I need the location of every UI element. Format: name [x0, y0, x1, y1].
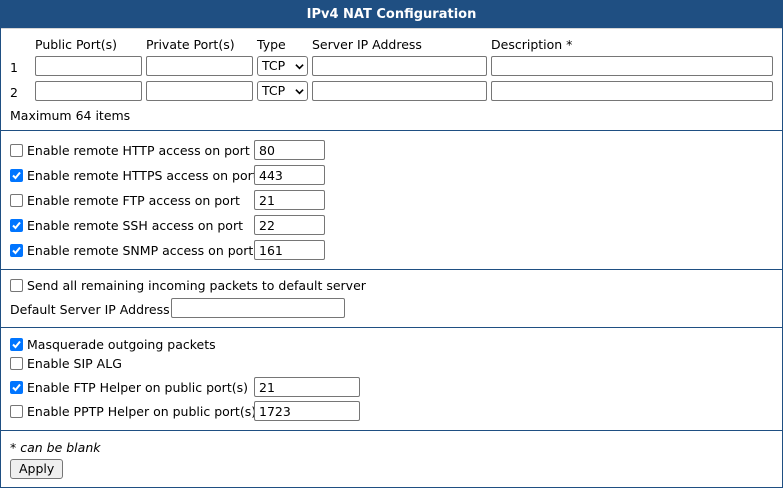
ftp-port-input[interactable]: [254, 190, 325, 210]
ftp-access-label: Enable remote FTP access on port: [27, 193, 240, 208]
chevron-down-icon: [295, 64, 304, 70]
masquerade-checkbox[interactable]: [10, 338, 23, 351]
default-server-label: Send all remaining incoming packets to d…: [27, 278, 366, 293]
snmp-port-input[interactable]: [254, 240, 325, 260]
type-select-value: TCP: [262, 58, 286, 73]
max-items-note: Maximum 64 items: [10, 108, 131, 123]
description-input[interactable]: [491, 81, 773, 101]
https-port-input[interactable]: [254, 165, 325, 185]
pptp-helper-label: Enable PPTP Helper on public port(s): [27, 404, 257, 419]
section-divider: [1, 130, 782, 131]
header-private-ports: Private Port(s): [146, 37, 235, 52]
header-type: Type: [257, 37, 286, 52]
type-select-value: TCP: [262, 83, 286, 98]
chevron-down-icon: [295, 89, 304, 95]
private-port-input[interactable]: [146, 56, 253, 76]
http-port-input[interactable]: [254, 140, 325, 160]
ssh-port-input[interactable]: [254, 215, 325, 235]
description-input[interactable]: [491, 56, 773, 76]
server-ip-input[interactable]: [312, 81, 487, 101]
apply-button[interactable]: Apply: [10, 459, 64, 479]
sip-alg-checkbox[interactable]: [10, 357, 23, 370]
ftp-helper-label: Enable FTP Helper on public port(s): [27, 380, 248, 395]
ftp-access-checkbox[interactable]: [10, 194, 23, 207]
pptp-helper-input[interactable]: [254, 401, 360, 421]
checkmark-icon: [12, 246, 21, 255]
snmp-access-label: Enable remote SNMP access on port: [27, 243, 254, 258]
server-ip-input[interactable]: [312, 56, 487, 76]
section-divider: [1, 430, 782, 431]
header-description: Description *: [491, 37, 573, 52]
ftp-helper-input[interactable]: [254, 377, 360, 397]
ssh-access-label: Enable remote SSH access on port: [27, 218, 243, 233]
https-access-label: Enable remote HTTPS access on port: [27, 168, 258, 183]
default-server-ip-label: Default Server IP Address: [10, 302, 170, 317]
pptp-helper-checkbox[interactable]: [10, 405, 23, 418]
type-select[interactable]: TCP: [257, 81, 308, 101]
sip-alg-label: Enable SIP ALG: [27, 356, 122, 371]
snmp-access-checkbox[interactable]: [10, 244, 23, 257]
nat-config-panel: IPv4 NAT Configuration Public Port(s) Pr…: [0, 0, 783, 488]
row-index: 1: [10, 60, 18, 75]
checkmark-icon: [12, 171, 21, 180]
blank-note: * can be blank: [10, 440, 101, 455]
row-index: 2: [10, 85, 18, 100]
http-access-label: Enable remote HTTP access on port: [27, 143, 250, 158]
section-divider: [1, 327, 782, 328]
checkmark-icon: [12, 221, 21, 230]
ftp-helper-checkbox[interactable]: [10, 381, 23, 394]
section-divider: [1, 269, 782, 270]
private-port-input[interactable]: [146, 81, 253, 101]
type-select[interactable]: TCP: [257, 56, 308, 76]
header-server-ip: Server IP Address: [312, 37, 422, 52]
public-port-input[interactable]: [35, 81, 142, 101]
header-public-ports: Public Port(s): [35, 37, 118, 52]
masquerade-label: Masquerade outgoing packets: [27, 337, 216, 352]
public-port-input[interactable]: [35, 56, 142, 76]
checkmark-icon: [12, 340, 21, 349]
default-server-ip-input[interactable]: [171, 298, 345, 318]
http-access-checkbox[interactable]: [10, 144, 23, 157]
https-access-checkbox[interactable]: [10, 169, 23, 182]
checkmark-icon: [12, 383, 21, 392]
panel-title: IPv4 NAT Configuration: [1, 1, 782, 29]
ssh-access-checkbox[interactable]: [10, 219, 23, 232]
default-server-checkbox[interactable]: [10, 279, 23, 292]
